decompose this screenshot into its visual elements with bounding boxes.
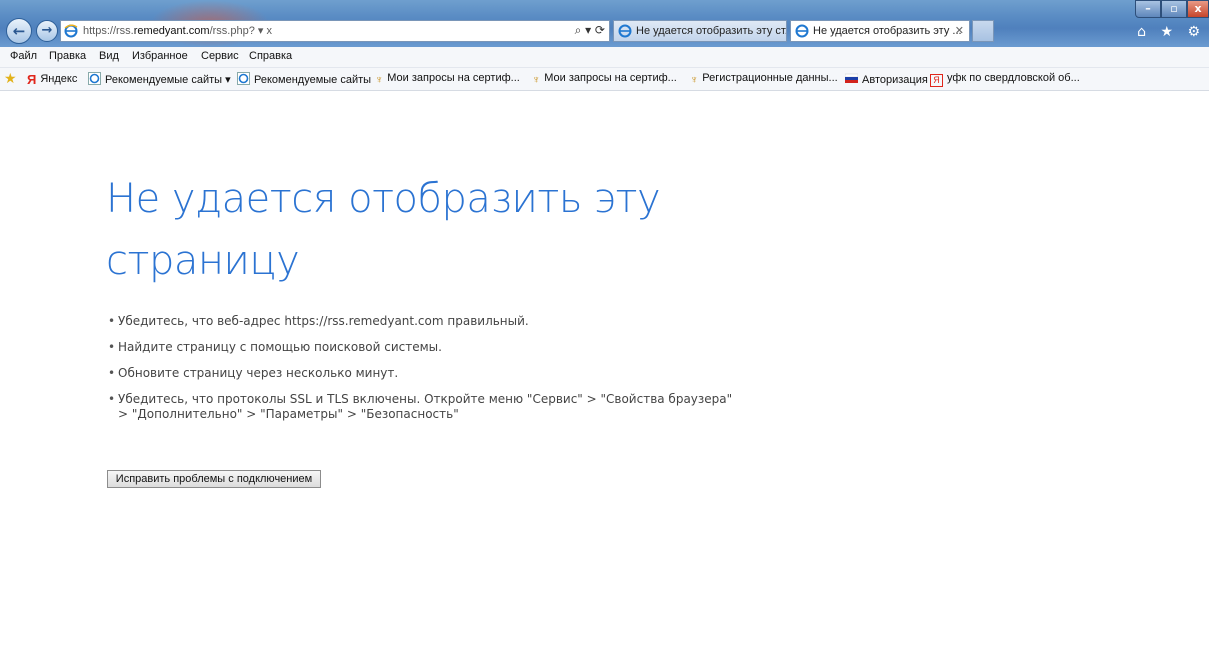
close-icon[interactable]: ✕ bbox=[955, 21, 964, 41]
page-title: Не удается отобразить эту страницу bbox=[106, 176, 661, 284]
forward-button[interactable]: → bbox=[36, 20, 58, 42]
menu-file[interactable]: Файл bbox=[10, 50, 37, 62]
list-item: Обновите страницу через несколько минут. bbox=[108, 366, 808, 381]
address-url[interactable]: https://rss.remedyant.com/rss.php? ▾ x bbox=[83, 24, 272, 37]
tab-2-active[interactable]: Не удается отобразить эту ... ✕ bbox=[790, 20, 970, 42]
eagle-icon: ♆ bbox=[532, 74, 541, 86]
eagle-icon: ♆ bbox=[375, 74, 384, 86]
window-controls: – ▫ x bbox=[1135, 0, 1209, 20]
ie-icon bbox=[64, 24, 78, 38]
back-arrow-icon: ← bbox=[12, 22, 26, 40]
address-tools[interactable]: ⌕ ▾ ⟳ bbox=[575, 23, 605, 38]
fix-connection-button[interactable]: Исправить проблемы с подключением bbox=[107, 470, 321, 488]
address-bar[interactable]: https://rss.remedyant.com/rss.php? ▾ x ⌕… bbox=[60, 20, 610, 42]
fav-recommended[interactable]: Рекомендуемые сайты bbox=[237, 72, 371, 86]
fav-registration[interactable]: ♆ Регистрационные данны... bbox=[690, 72, 838, 87]
back-button[interactable]: ← bbox=[6, 18, 32, 44]
russia-flag-icon bbox=[845, 73, 858, 83]
fav-authorization[interactable]: Авторизация bbox=[845, 72, 928, 86]
menu-favorites[interactable]: Избранное bbox=[132, 50, 188, 62]
eagle-icon: ♆ bbox=[690, 74, 699, 86]
menu-view[interactable]: Вид bbox=[99, 50, 119, 62]
ie-icon bbox=[618, 24, 632, 38]
menu-bar: Файл Правка Вид Избранное Сервис Справка bbox=[0, 47, 1209, 68]
favorites-star-icon[interactable]: ★ bbox=[4, 71, 17, 87]
browser-title-bar: ← → https://rss.remedyant.com/rss.php? ▾… bbox=[0, 0, 1209, 47]
troubleshooting-list: Убедитесь, что веб-адрес https://rss.rem… bbox=[108, 314, 808, 433]
close-window-button[interactable]: x bbox=[1187, 0, 1209, 18]
yandex-box-icon: Я bbox=[930, 74, 943, 87]
menu-help[interactable]: Справка bbox=[249, 50, 292, 62]
fav-cert-requests-2[interactable]: ♆ Мои запросы на сертиф... bbox=[532, 72, 677, 87]
list-item: Найдите страницу с помощью поисковой сис… bbox=[108, 340, 808, 355]
forward-arrow-icon: → bbox=[41, 23, 53, 38]
list-item: Убедитесь, что веб-адрес https://rss.rem… bbox=[108, 314, 808, 329]
menu-tools[interactable]: Сервис bbox=[201, 50, 239, 62]
new-tab-button[interactable] bbox=[972, 20, 994, 42]
fav-ufk[interactable]: Яуфк по свердловской об... bbox=[930, 72, 1080, 87]
tab-label: Не удается отобразить эту ст... bbox=[636, 25, 787, 37]
menu-edit[interactable]: Правка bbox=[49, 50, 86, 62]
ie-icon bbox=[237, 72, 250, 85]
fav-cert-requests-1[interactable]: ♆ Мои запросы на сертиф... bbox=[375, 72, 520, 87]
ie-icon bbox=[88, 72, 101, 85]
maximize-button[interactable]: ▫ bbox=[1161, 0, 1187, 18]
fav-yandex[interactable]: Я Яндекс bbox=[27, 72, 77, 87]
minimize-button[interactable]: – bbox=[1135, 0, 1161, 18]
ie-icon bbox=[795, 24, 809, 38]
tab-label: Не удается отобразить эту ... bbox=[813, 25, 962, 37]
favorites-bar: ★ Я Яндекс Рекомендуемые сайты ▾ Рекоменд… bbox=[0, 68, 1209, 91]
tab-1[interactable]: Не удается отобразить эту ст... bbox=[613, 20, 787, 42]
yandex-icon: Я bbox=[27, 72, 37, 87]
list-item: Убедитесь, что протоколы SSL и TLS включ… bbox=[108, 392, 808, 422]
fav-recommended-dropdown[interactable]: Рекомендуемые сайты ▾ bbox=[88, 72, 231, 86]
home-favorites-tools-icons[interactable]: ⌂ ★ ⚙ bbox=[1137, 24, 1205, 40]
